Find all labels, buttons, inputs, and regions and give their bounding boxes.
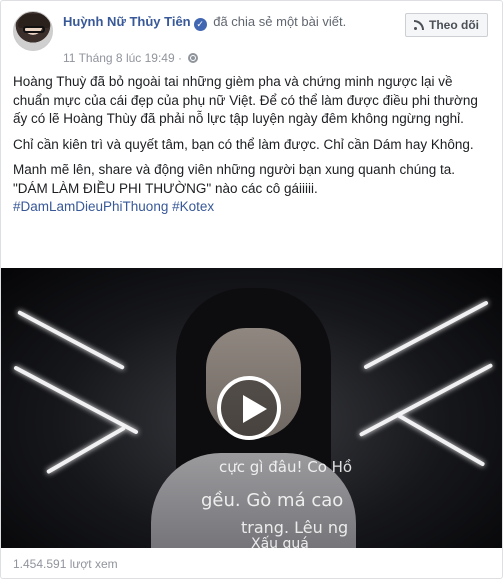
- follow-button-label: Theo dõi: [429, 18, 479, 32]
- dot-separator: ·: [178, 51, 186, 65]
- shared-post-action-text: đã chia sẻ một bài viết.: [209, 14, 347, 29]
- author-avatar[interactable]: [13, 11, 53, 51]
- globe-icon[interactable]: [188, 53, 199, 63]
- projected-text: Xấu quá: [251, 536, 309, 548]
- follow-button[interactable]: Theo dõi: [405, 13, 488, 37]
- post-paragraph: Chỉ cần kiên trì và quyết tâm, bạn có th…: [13, 136, 474, 152]
- post-title-line: Huỳnh Nữ Thủy Tiên ✓ đã chia sẻ một bài v…: [63, 13, 393, 31]
- video-player[interactable]: cực gì đâu! Co Hồ gều. Gò má cao trang. …: [1, 268, 502, 548]
- author-name-link[interactable]: Huỳnh Nữ Thủy Tiên: [63, 14, 191, 29]
- rss-icon: [414, 20, 424, 30]
- projected-text: gều. Gò má cao: [201, 490, 344, 511]
- shared-post-card: Huỳnh Nữ Thủy Tiên ✓ đã chia sẻ một bài v…: [0, 0, 503, 579]
- view-count: 1.454.591 lượt xem: [13, 557, 118, 571]
- play-icon[interactable]: [217, 376, 281, 440]
- avatar-glasses: [23, 26, 45, 33]
- post-header: Huỳnh Nữ Thủy Tiên ✓ đã chia sẻ một bài v…: [13, 11, 490, 71]
- verified-badge-icon: ✓: [193, 18, 207, 31]
- post-body-text: Hoàng Thuỳ đã bỏ ngoài tai những gièm ph…: [13, 73, 491, 224]
- projected-text: trang. Lêu ng: [241, 518, 349, 537]
- post-hashtags[interactable]: #DamLamDieuPhiThuong #Kotex: [13, 198, 491, 217]
- post-paragraph: Manh mẽ lên, share và động viên những ng…: [13, 162, 455, 196]
- projected-text: cực gì đâu! Co Hồ: [219, 458, 353, 476]
- post-timestamp-link[interactable]: 11 Tháng 8 lúc 19:49: [63, 51, 175, 65]
- post-meta: 11 Tháng 8 lúc 19:49 ·: [63, 51, 199, 65]
- post-paragraph: Hoàng Thuỳ đã bỏ ngoài tai những gièm ph…: [13, 74, 478, 126]
